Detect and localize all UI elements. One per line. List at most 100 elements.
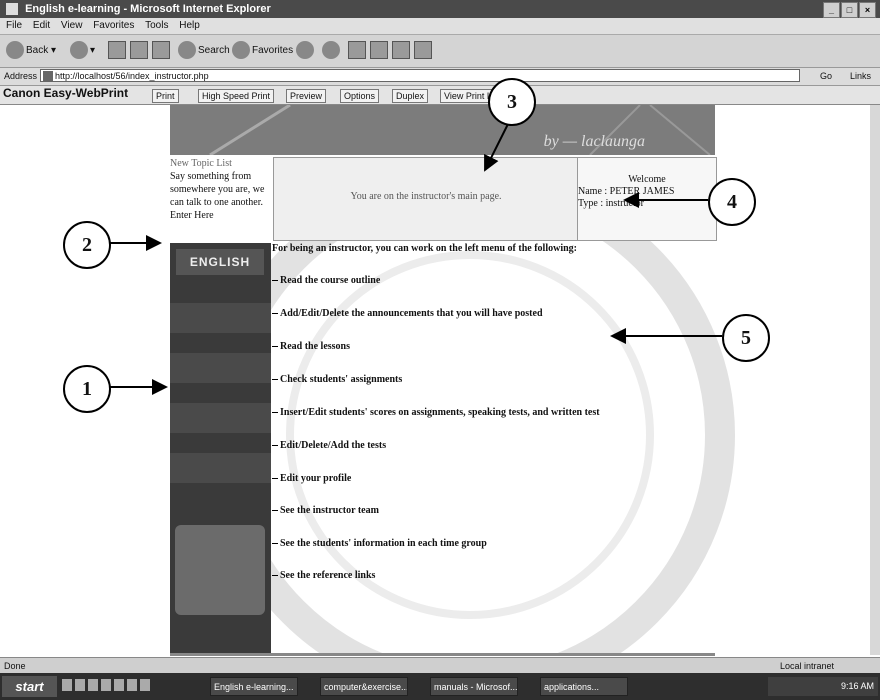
user-name: Name : PETER JAMES — [578, 186, 675, 197]
quick-launch-icon[interactable] — [88, 679, 98, 691]
canon-high-speed-print-button[interactable]: High Speed Print — [198, 89, 275, 103]
menu-favorites[interactable]: Favorites — [93, 20, 134, 31]
discuss-button[interactable] — [392, 41, 410, 61]
list-item: Read the course outline — [272, 275, 380, 286]
search-icon — [178, 41, 196, 60]
windows-taskbar: start English e-learning... computer&exe… — [0, 673, 880, 700]
search-button[interactable]: Search — [178, 41, 230, 61]
stop-button[interactable] — [108, 41, 126, 61]
standard-toolbar: Back ▾ ▾ Search Favorites — [0, 35, 880, 68]
edit-button[interactable] — [370, 41, 388, 61]
window-titlebar: English e-learning - Microsoft Internet … — [0, 0, 880, 18]
quick-launch-icon[interactable] — [62, 679, 72, 691]
list-item: Check students' assignments — [272, 374, 402, 385]
status-text: Done — [4, 661, 26, 671]
go-button[interactable]: Go — [820, 68, 832, 85]
taskbar-item[interactable]: English e-learning... — [210, 677, 298, 696]
menu-bar: File Edit View Favorites Tools Help — [0, 18, 880, 35]
forward-arrow-icon — [70, 41, 88, 60]
quick-launch-icon[interactable] — [127, 679, 137, 691]
welcome-box: You are on the instructor's main page. — [273, 157, 579, 241]
sidebar-menu-block[interactable] — [170, 303, 271, 333]
vertical-scrollbar[interactable] — [870, 105, 880, 655]
intro-text: For being an instructor, you can work on… — [272, 243, 577, 254]
list-item: See the students' information in each ti… — [272, 538, 487, 549]
address-bar: Address http://localhost/56/index_instru… — [0, 68, 880, 86]
user-info-box: Welcome Name : PETER JAMES Type : instru… — [577, 157, 717, 241]
menu-tools[interactable]: Tools — [145, 20, 168, 31]
canon-print-button[interactable]: Print — [152, 89, 179, 103]
quick-launch-icon[interactable] — [101, 679, 111, 691]
user-type: Type : instructor — [578, 198, 644, 209]
callout-4: 4 — [708, 178, 756, 226]
mail-button[interactable] — [322, 41, 342, 61]
page-icon — [43, 71, 53, 81]
sidebar-menu-block[interactable] — [170, 353, 271, 383]
topic-link[interactable]: Enter Here — [170, 209, 273, 222]
status-zone: Local intranet — [780, 661, 835, 671]
address-label: Address — [4, 71, 38, 81]
menu-edit[interactable]: Edit — [33, 20, 50, 31]
address-url: http://localhost/56/index_instructor.php — [55, 71, 209, 81]
taskbar-item[interactable]: computer&exercise... — [320, 677, 408, 696]
window-title: English e-learning - Microsoft Internet … — [25, 3, 271, 15]
quick-launch-icon[interactable] — [114, 679, 124, 691]
taskbar-item[interactable]: manuals - Microsof... — [430, 677, 518, 696]
menu-help[interactable]: Help — [179, 20, 200, 31]
refresh-icon — [130, 41, 148, 60]
system-tray: 9:16 AM — [768, 677, 878, 696]
window-controls: _ □ × — [822, 1, 876, 19]
canon-preview-button[interactable]: Preview — [286, 89, 327, 103]
user-welcome: Welcome — [628, 174, 666, 185]
address-input[interactable]: http://localhost/56/index_instructor.php — [40, 69, 800, 82]
content-divider — [170, 653, 715, 656]
home-button[interactable] — [152, 41, 170, 61]
star-icon — [232, 41, 250, 60]
taskbar-item[interactable]: applications... — [540, 677, 628, 696]
canon-duplex-button[interactable]: Duplex — [392, 89, 429, 103]
back-arrow-icon — [6, 41, 24, 60]
site-banner: by — laclaunga — [170, 105, 715, 155]
links-button[interactable]: Links — [850, 68, 871, 85]
topic-heading: New Topic List — [170, 158, 232, 169]
favorites-button[interactable]: Favorites — [232, 41, 293, 61]
discuss-icon — [392, 41, 410, 60]
quick-launch-icon[interactable] — [75, 679, 85, 691]
banner-text: by — laclaunga — [543, 133, 645, 150]
callout-2: 2 — [63, 221, 111, 269]
maximize-button[interactable]: □ — [841, 2, 858, 18]
topic-text: Say something from somewhere you are, we… — [170, 171, 265, 208]
callout-1: 1 — [63, 365, 111, 413]
quick-launch — [62, 679, 153, 693]
minimize-button[interactable]: _ — [823, 2, 840, 18]
list-item: Edit your profile — [272, 473, 351, 484]
list-item: See the instructor team — [272, 505, 379, 516]
mail-icon — [322, 41, 340, 60]
left-menu-sidebar[interactable]: ENGLISH — [170, 243, 271, 655]
welcome-message: You are on the instructor's main page. — [350, 191, 502, 202]
sidebar-menu-block[interactable] — [170, 453, 271, 483]
list-item: See the reference links — [272, 570, 375, 581]
sidebar-menu-block[interactable] — [170, 403, 271, 433]
canon-options-button[interactable]: Options — [340, 89, 380, 103]
forward-button[interactable]: ▾ — [70, 41, 95, 61]
print-button[interactable] — [348, 41, 366, 61]
menu-file[interactable]: File — [6, 20, 22, 31]
edit-icon — [370, 41, 388, 60]
canon-brand: Canon Easy-WebPrint — [3, 86, 129, 100]
clock: 9:16 AM — [840, 681, 874, 691]
menu-view[interactable]: View — [61, 20, 83, 31]
history-button[interactable] — [296, 41, 316, 61]
quick-launch-icon[interactable] — [140, 679, 150, 691]
university-crest-image — [175, 525, 265, 615]
topic-box: New Topic List Say something from somewh… — [170, 157, 273, 243]
messenger-button[interactable] — [414, 41, 432, 61]
close-button[interactable]: × — [859, 2, 876, 18]
start-button[interactable]: start — [2, 676, 57, 697]
list-item: Edit/Delete/Add the tests — [272, 440, 386, 451]
list-item: Read the lessons — [272, 341, 350, 352]
back-button[interactable]: Back ▾ — [6, 41, 56, 61]
refresh-button[interactable] — [130, 41, 148, 61]
canon-toolbar: Canon Easy-WebPrint Print High Speed Pri… — [0, 86, 880, 105]
history-icon — [296, 41, 314, 60]
